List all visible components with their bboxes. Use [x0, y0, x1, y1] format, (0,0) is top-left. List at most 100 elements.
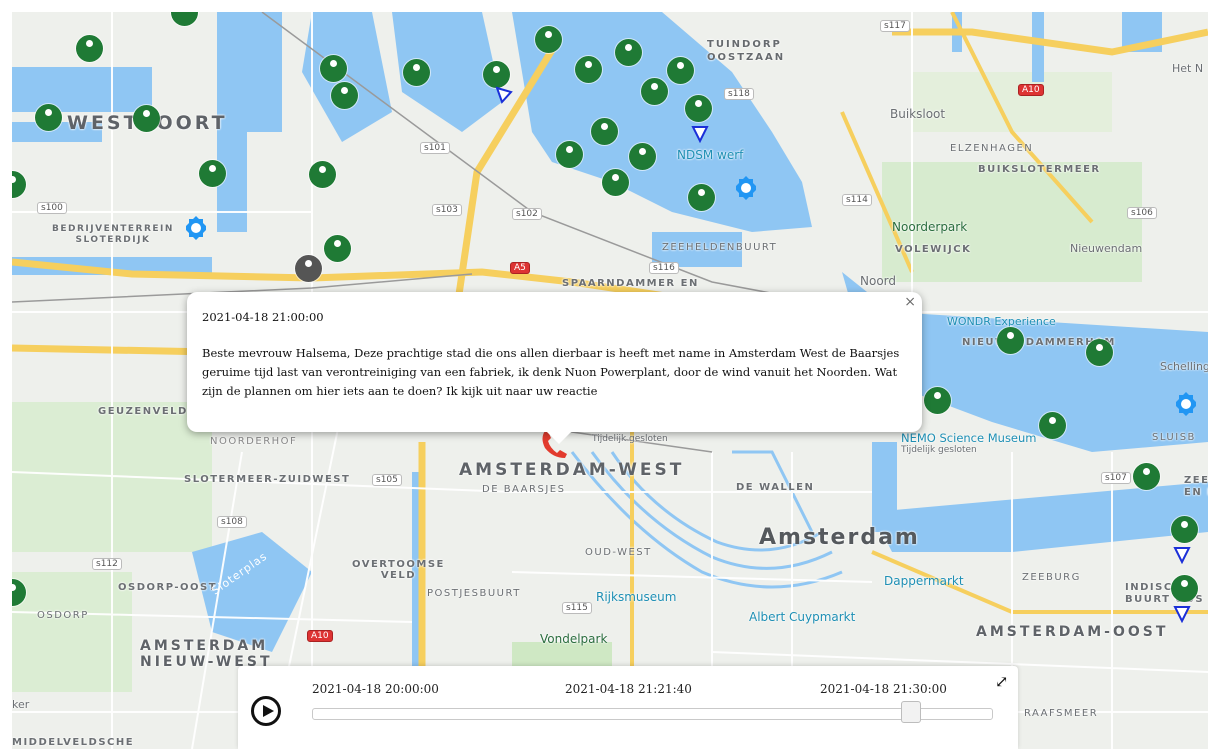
label-dappermarkt: Dappermarkt	[884, 574, 964, 588]
location-marker-icon[interactable]	[641, 78, 668, 105]
timeline-end: 2021-04-18 21:30:00	[820, 682, 947, 696]
popup-message: Beste mevrouw Halsema, Deze prachtige st…	[202, 346, 900, 398]
label-amsterdam-west: AMSTERDAM-WEST	[459, 460, 685, 480]
timeline-track[interactable]	[312, 708, 993, 720]
location-marker-icon[interactable]	[309, 161, 336, 188]
location-marker-icon[interactable]	[1086, 339, 1113, 366]
triangle-marker-icon[interactable]	[1173, 546, 1191, 564]
location-marker-icon[interactable]	[324, 235, 351, 262]
road-shield: s115	[562, 602, 592, 614]
label-bedrijventerrein: BEDRIJVENTERREIN SLOTERDIJK	[52, 224, 174, 245]
label-noorderpark: Noorderpark	[892, 220, 968, 234]
location-marker-icon[interactable]	[629, 143, 656, 170]
road-shield: s103	[432, 204, 462, 216]
location-marker-icon[interactable]	[535, 26, 562, 53]
label-slotermeer: SLOTERMEER-ZUIDWEST	[184, 474, 351, 485]
label-overtoomse: OVERTOOMSE VELD	[352, 559, 445, 581]
location-marker-icon[interactable]	[688, 184, 715, 211]
road-shield: s118	[724, 88, 754, 100]
gear-icon[interactable]	[730, 172, 762, 204]
location-marker-icon[interactable]	[1039, 412, 1066, 439]
label-elzenhagen: ELZENHAGEN	[950, 143, 1034, 154]
label-tuindorp: TUINDORP OOSTZAAN	[707, 39, 786, 63]
label-de-wallen: DE WALLEN	[736, 482, 815, 493]
road-shield: s117	[880, 20, 910, 32]
road-shield: s112	[92, 558, 122, 570]
road-shield: A10	[1018, 84, 1044, 96]
label-amsterdam-oost: AMSTERDAM-OOST	[976, 624, 1169, 640]
location-marker-icon[interactable]	[133, 105, 160, 132]
location-marker-icon[interactable]	[1171, 575, 1198, 602]
label-noorderhof: NOORDERHOF	[210, 436, 298, 447]
location-marker-icon[interactable]	[320, 55, 347, 82]
popup-timestamp: 2021-04-18 21:00:00	[202, 310, 324, 324]
label-osdorp: OSDORP	[37, 610, 89, 621]
road-shield: s101	[420, 142, 450, 154]
label-noord: Noord	[860, 274, 896, 288]
location-marker-icon[interactable]	[575, 56, 602, 83]
road-shield: s108	[217, 516, 247, 528]
road-shield: s102	[512, 208, 542, 220]
label-amsterdam: Amsterdam	[759, 525, 920, 550]
road-shield: s107	[1101, 472, 1131, 484]
location-marker-icon[interactable]	[1133, 463, 1160, 490]
road-shield: s100	[37, 202, 67, 214]
location-marker-icon[interactable]	[295, 255, 322, 282]
location-marker-icon[interactable]	[924, 387, 951, 414]
label-nieuwendam: Nieuwendam	[1070, 242, 1143, 255]
triangle-marker-icon[interactable]	[691, 125, 709, 143]
road-shield: s105	[372, 474, 402, 486]
label-ndsm: NDSM werf	[677, 148, 744, 162]
gear-icon[interactable]	[1170, 388, 1202, 420]
timeline-control: 2021-04-18 20:00:00 2021-04-18 21:21:40 …	[238, 666, 1018, 749]
location-marker-icon[interactable]	[685, 95, 712, 122]
label-schelling: Schelling	[1160, 360, 1208, 373]
timeline-current: 2021-04-18 21:21:40	[565, 682, 692, 696]
road-shield: s116	[649, 262, 679, 274]
location-marker-icon[interactable]	[483, 61, 510, 88]
location-marker-icon[interactable]	[556, 141, 583, 168]
road-shield: A10	[307, 630, 333, 642]
label-sluis: SLUISB	[1152, 432, 1196, 443]
label-oud-west: OUD-WEST	[585, 547, 652, 558]
label-zeeburg: ZEEBURG	[1022, 572, 1081, 583]
location-marker-icon[interactable]	[1171, 516, 1198, 543]
label-geuzenveld: GEUZENVELD	[98, 406, 188, 417]
gear-icon[interactable]	[180, 212, 212, 244]
location-marker-icon[interactable]	[602, 169, 629, 196]
label-middelveldsche: MIDDELVELDSCHE	[12, 737, 135, 748]
location-marker-icon[interactable]	[199, 160, 226, 187]
label-het-n: Het N	[1172, 62, 1204, 75]
label-ker: ker	[12, 698, 30, 711]
road-shield: s106	[1127, 207, 1157, 219]
location-marker-icon[interactable]	[331, 82, 358, 109]
label-de-baarsjes: DE BAARSJES	[482, 484, 566, 495]
label-nemo: NEMO Science Museum	[901, 431, 1037, 445]
location-marker-icon[interactable]	[403, 59, 430, 86]
play-button[interactable]	[251, 696, 281, 726]
location-marker-icon[interactable]	[997, 327, 1024, 354]
label-zeeburg-n: ZEEBU EN N	[1184, 475, 1208, 498]
location-marker-icon[interactable]	[76, 35, 103, 62]
triangle-marker-icon[interactable]	[495, 86, 513, 104]
label-nemo-sub: Tijdelijk gesloten	[901, 445, 977, 455]
close-icon[interactable]: ×	[904, 294, 916, 310]
expand-icon[interactable]: ⤢	[995, 672, 1008, 691]
road-shield: A5	[510, 262, 530, 274]
label-buiksloot: Buiksloot	[890, 107, 946, 121]
label-tijdelijk: Tijdelijk gesloten	[592, 434, 668, 444]
location-marker-icon[interactable]	[667, 57, 694, 84]
triangle-marker-icon[interactable]	[1173, 605, 1191, 623]
road-shield: s114	[842, 194, 872, 206]
label-volewijck: VOLEWIJCK	[895, 244, 972, 255]
label-rijksmuseum: Rijksmuseum	[596, 590, 677, 604]
label-zeeheldenbuurt: ZEEHELDENBUURT	[662, 242, 778, 253]
timeline-handle[interactable]	[901, 701, 922, 723]
location-marker-icon[interactable]	[591, 118, 618, 145]
label-albert: Albert Cuypmarkt	[749, 610, 856, 624]
message-popup: 2021-04-18 21:00:00 Beste mevrouw Halsem…	[187, 292, 922, 444]
location-marker-icon[interactable]	[35, 104, 62, 131]
label-postjesbuurt: POSTJESBUURT	[427, 588, 521, 599]
label-buikslotermeer: BUIKSLOTERMEER	[978, 164, 1101, 175]
location-marker-icon[interactable]	[615, 39, 642, 66]
